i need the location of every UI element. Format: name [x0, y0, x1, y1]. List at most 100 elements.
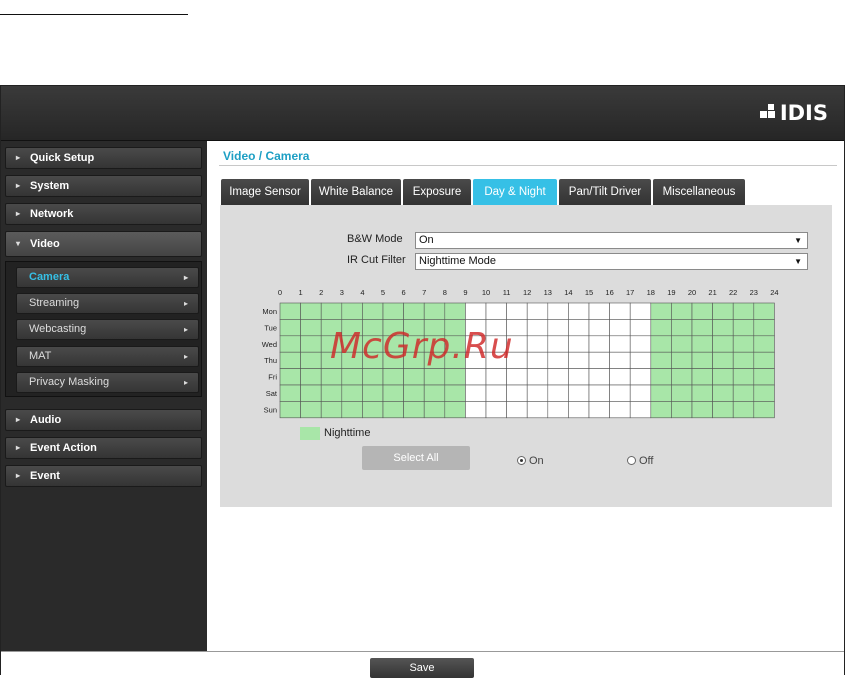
- schedule-cell[interactable]: [506, 302, 528, 320]
- schedule-cell-nighttime[interactable]: [691, 302, 713, 320]
- schedule-cell[interactable]: [629, 302, 652, 320]
- schedule-cell[interactable]: [629, 335, 652, 353]
- schedule-cell-nighttime[interactable]: [691, 368, 713, 386]
- schedule-cell-nighttime[interactable]: [650, 351, 672, 369]
- schedule-cell-nighttime[interactable]: [732, 302, 755, 320]
- schedule-cell[interactable]: [609, 384, 631, 402]
- sidebar-item-audio[interactable]: ▸ Audio: [5, 409, 202, 431]
- schedule-cell-nighttime[interactable]: [382, 302, 404, 320]
- schedule-cell-nighttime[interactable]: [691, 401, 713, 419]
- schedule-cell-nighttime[interactable]: [423, 401, 446, 419]
- schedule-cell-nighttime[interactable]: [732, 351, 755, 369]
- schedule-cell[interactable]: [609, 368, 631, 386]
- schedule-cell-nighttime[interactable]: [300, 401, 322, 419]
- schedule-cell[interactable]: [465, 302, 487, 320]
- schedule-cell-nighttime[interactable]: [279, 319, 301, 337]
- schedule-cell-nighttime[interactable]: [712, 401, 734, 419]
- schedule-cell[interactable]: [526, 351, 549, 369]
- schedule-cell[interactable]: [506, 401, 528, 419]
- save-button[interactable]: Save: [370, 658, 474, 678]
- schedule-cell-nighttime[interactable]: [732, 368, 755, 386]
- schedule-cell-nighttime[interactable]: [320, 384, 343, 402]
- schedule-cell-nighttime[interactable]: [712, 335, 734, 353]
- schedule-cell-nighttime[interactable]: [753, 368, 775, 386]
- schedule-cell-nighttime[interactable]: [732, 401, 755, 419]
- schedule-cell[interactable]: [568, 351, 590, 369]
- schedule-cell-nighttime[interactable]: [382, 384, 404, 402]
- schedule-cell-nighttime[interactable]: [753, 384, 775, 402]
- schedule-cell[interactable]: [526, 368, 549, 386]
- schedule-cell-nighttime[interactable]: [753, 302, 775, 320]
- schedule-cell[interactable]: [629, 351, 652, 369]
- schedule-cell-nighttime[interactable]: [300, 368, 322, 386]
- radio-on[interactable]: On: [517, 455, 544, 467]
- schedule-cell-nighttime[interactable]: [732, 335, 755, 353]
- schedule-cell-nighttime[interactable]: [341, 401, 363, 419]
- submenu-item-privacy-masking[interactable]: Privacy Masking ▸: [16, 372, 199, 393]
- schedule-cell[interactable]: [547, 384, 569, 402]
- sidebar-item-video[interactable]: ▾ Video: [5, 231, 202, 257]
- tab-exposure[interactable]: Exposure: [403, 179, 471, 205]
- schedule-cell-nighttime[interactable]: [382, 368, 404, 386]
- schedule-cell-nighttime[interactable]: [671, 302, 693, 320]
- schedule-cell-nighttime[interactable]: [671, 319, 693, 337]
- submenu-item-streaming[interactable]: Streaming ▸: [16, 293, 199, 314]
- schedule-cell[interactable]: [609, 351, 631, 369]
- sidebar-item-event[interactable]: ▸ Event: [5, 465, 202, 487]
- schedule-cell-nighttime[interactable]: [732, 319, 755, 337]
- schedule-cell[interactable]: [568, 401, 590, 419]
- schedule-cell-nighttime[interactable]: [403, 401, 425, 419]
- sidebar-item-system[interactable]: ▸ System: [5, 175, 202, 197]
- schedule-cell[interactable]: [609, 319, 631, 337]
- schedule-cell-nighttime[interactable]: [712, 384, 734, 402]
- schedule-cell-nighttime[interactable]: [341, 302, 363, 320]
- schedule-cell[interactable]: [609, 335, 631, 353]
- schedule-cell[interactable]: [547, 302, 569, 320]
- schedule-cell[interactable]: [588, 319, 610, 337]
- schedule-cell-nighttime[interactable]: [423, 302, 446, 320]
- schedule-cell-nighttime[interactable]: [279, 302, 301, 320]
- schedule-cell-nighttime[interactable]: [382, 401, 404, 419]
- schedule-cell-nighttime[interactable]: [712, 319, 734, 337]
- schedule-cell[interactable]: [547, 351, 569, 369]
- schedule-cell-nighttime[interactable]: [320, 302, 343, 320]
- schedule-cell-nighttime[interactable]: [362, 401, 384, 419]
- schedule-cell[interactable]: [547, 335, 569, 353]
- schedule-cell[interactable]: [629, 384, 652, 402]
- schedule-cell-nighttime[interactable]: [300, 384, 322, 402]
- schedule-cell[interactable]: [629, 368, 652, 386]
- schedule-cell[interactable]: [485, 368, 507, 386]
- schedule-cell-nighttime[interactable]: [320, 368, 343, 386]
- submenu-item-camera[interactable]: Camera ▸: [16, 267, 199, 288]
- schedule-cell-nighttime[interactable]: [300, 302, 322, 320]
- schedule-cell-nighttime[interactable]: [444, 384, 466, 402]
- schedule-grid[interactable]: 0 1 2 3 4 5 6 7 8 9 10 11 12 13 14 15 16 17 18 19 20 21 22 23 24…: [220, 205, 832, 425]
- schedule-cell-nighttime[interactable]: [650, 302, 672, 320]
- schedule-cell[interactable]: [465, 401, 487, 419]
- schedule-cell[interactable]: [609, 401, 631, 419]
- schedule-cell-nighttime[interactable]: [279, 401, 301, 419]
- schedule-cell-nighttime[interactable]: [753, 401, 775, 419]
- tab-miscellaneous[interactable]: Miscellaneous: [653, 179, 745, 205]
- schedule-cell-nighttime[interactable]: [671, 351, 693, 369]
- schedule-cell-nighttime[interactable]: [362, 368, 384, 386]
- schedule-cell[interactable]: [506, 384, 528, 402]
- schedule-cell-nighttime[interactable]: [691, 351, 713, 369]
- schedule-cell-nighttime[interactable]: [671, 401, 693, 419]
- schedule-cell-nighttime[interactable]: [403, 384, 425, 402]
- schedule-cell[interactable]: [588, 384, 610, 402]
- schedule-cell[interactable]: [568, 302, 590, 320]
- schedule-cell[interactable]: [568, 384, 590, 402]
- schedule-cell[interactable]: [526, 384, 549, 402]
- schedule-cell-nighttime[interactable]: [712, 302, 734, 320]
- schedule-cell-nighttime[interactable]: [403, 368, 425, 386]
- schedule-cell-nighttime[interactable]: [753, 335, 775, 353]
- sidebar-item-event-action[interactable]: ▸ Event Action: [5, 437, 202, 459]
- schedule-cell[interactable]: [629, 319, 652, 337]
- schedule-cell[interactable]: [588, 401, 610, 419]
- submenu-item-mat[interactable]: MAT ▸: [16, 346, 199, 367]
- schedule-cell[interactable]: [485, 302, 507, 320]
- schedule-cell-nighttime[interactable]: [300, 335, 322, 353]
- schedule-cell[interactable]: [568, 335, 590, 353]
- schedule-cell-nighttime[interactable]: [341, 368, 363, 386]
